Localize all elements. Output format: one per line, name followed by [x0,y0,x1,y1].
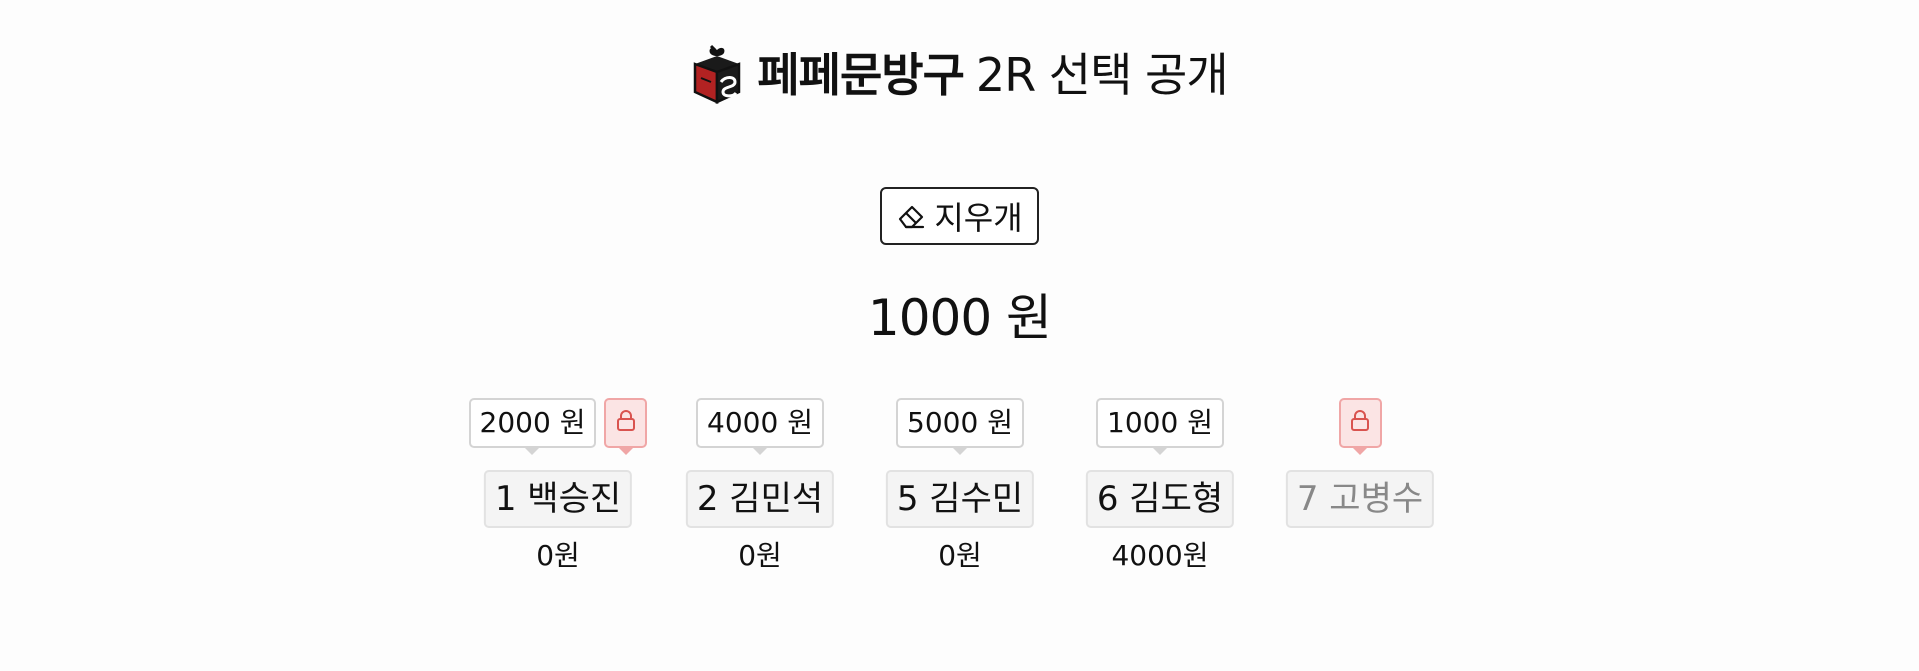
page: 페페문방구 2R 선택 공개 지우개 1000 원 2000 원 1 백승진 0… [0,0,1919,671]
player-name-button[interactable]: 6 김도형 [1085,470,1235,528]
header: 페페문방구 2R 선택 공개 [0,44,1919,106]
player-money: 0원 [536,539,580,572]
player-card: 1000 원 6 김도형 4000원 [1060,398,1260,588]
player-card: 2000 원 1 백승진 0원 [458,398,658,588]
lock-icon [1349,409,1371,437]
bid-row: 5000 원 [860,398,1060,455]
player-money: 0원 [938,539,982,572]
player-name-button[interactable]: 1 백승진 [483,470,633,528]
players-row: 2000 원 1 백승진 0원 4000 원 2 김민석 0원 5000 원 5… [0,398,1919,598]
player-card: 4000 원 2 김민석 0원 [660,398,860,588]
player-name-button[interactable]: 5 김수민 [885,470,1035,528]
eraser-icon [896,201,926,231]
player-money: 0원 [738,539,782,572]
bid-row [1260,398,1460,455]
bid-badge: 2000 원 [468,398,597,455]
current-amount: 1000 원 [867,289,1052,347]
player-name-button[interactable]: 2 김민석 [685,470,835,528]
player-money: 4000원 [1111,539,1209,572]
player-card: 5000 원 5 김수민 0원 [860,398,1060,588]
round-subtitle: 2R 선택 공개 [975,48,1229,102]
bid-badge: 1000 원 [1096,398,1224,455]
bid-badge: 4000 원 [696,398,824,455]
brand-name: 페페문방구 [757,48,965,102]
gift-box-logo-icon [691,44,743,106]
eraser-button[interactable]: 지우개 [880,187,1039,245]
lock-badge[interactable] [604,398,648,455]
lock-icon [615,409,637,437]
bid-row: 4000 원 [660,398,860,455]
bid-badge: 5000 원 [896,398,1024,455]
bid-row: 2000 원 [458,398,658,455]
eraser-label: 지우개 [934,199,1023,237]
lock-badge[interactable] [1338,398,1382,455]
page-title: 페페문방구 2R 선택 공개 [757,52,1228,98]
player-name-button[interactable]: 7 고병수 [1285,470,1435,528]
player-card: 7 고병수 [1260,398,1460,588]
toolbar: 지우개 [0,187,1919,245]
bid-row: 1000 원 [1060,398,1260,455]
